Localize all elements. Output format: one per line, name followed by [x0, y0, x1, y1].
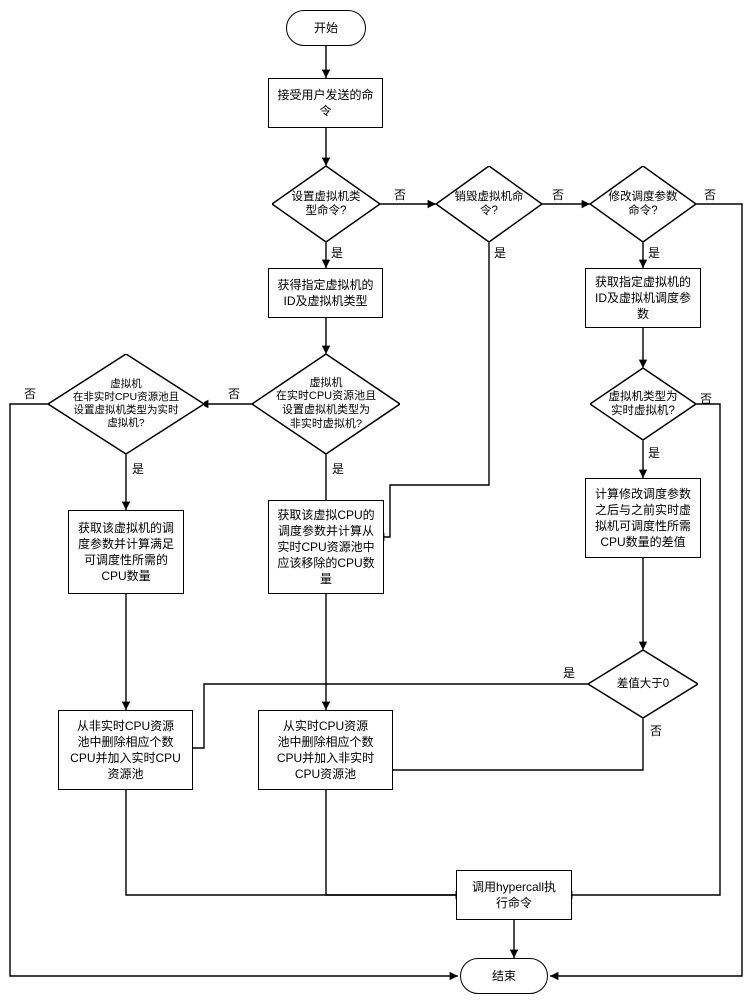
process-hypercall: 调用hypercall执 行命令 — [456, 870, 572, 920]
decision-vm-in-rt-set-nonrt: 虚拟机 在实时CPU资源池且 设置虚拟机类型为 非实时虚拟机? — [252, 354, 400, 454]
process-get-vm-id-type-label: 获得指定虚拟机的 ID及虚拟机类型 — [277, 277, 373, 309]
decision-vm-in-rt-set-nonrt-label: 虚拟机 在实时CPU资源池且 设置虚拟机类型为 非实时虚拟机? — [252, 354, 400, 454]
process-calc-diff-label: 计算修改调度参数 之后与之前实时虚 拟机可调度性所需 CPU数量的差值 — [595, 486, 691, 551]
decision-set-vm-type: 设置虚拟机类 型命令? — [272, 166, 380, 242]
edge-no-7: 否 — [650, 722, 662, 739]
decision-destroy-vm: 销毁虚拟机命 令? — [436, 166, 542, 242]
decision-diff-gt-zero: 差值大于0 — [588, 650, 698, 718]
edge-yes-7: 是 — [563, 664, 575, 681]
edge-no-1: 否 — [394, 186, 406, 203]
process-remove-from-rt-label: 从实时CPU资源 池中删除相应个数 CPU并加入非实时 CPU资源池 — [277, 718, 374, 783]
edge-yes-2: 是 — [494, 244, 506, 261]
edge-no-4: 否 — [228, 385, 240, 402]
decision-vm-in-nonrt-set-rt: 虚拟机 在非实时CPU资源池且 设置虚拟机类型为实时 虚拟机? — [48, 354, 204, 454]
terminator-start-label: 开始 — [314, 20, 338, 36]
process-get-sched-needed: 获取该虚拟机的调 度参数并计算满足 可调度性所需的 CPU数量 — [68, 510, 184, 594]
edge-yes-4: 是 — [332, 460, 344, 477]
process-get-sched-remove-label: 获取该虚拟CPU的 调度参数并计算从 实时CPU资源池中 应该移除的CPU数 量 — [277, 507, 374, 588]
edge-no-6: 否 — [700, 390, 712, 407]
edge-no-3: 否 — [704, 186, 716, 203]
edge-yes-5: 是 — [132, 460, 144, 477]
flowchart-canvas: 开始 结束 接受用户发送的命 令 获得指定虚拟机的 ID及虚拟机类型 获取指定虚… — [0, 0, 751, 1000]
terminator-end-label: 结束 — [492, 968, 516, 984]
edge-no-5: 否 — [24, 385, 36, 402]
terminator-start: 开始 — [286, 10, 366, 46]
process-get-vm-id-sched: 获取指定虚拟机的 ID及虚拟机调度参 数 — [585, 268, 701, 328]
process-recv-cmd-label: 接受用户发送的命 令 — [277, 87, 373, 119]
decision-vm-type-is-rt: 虚拟机类型为 实时虚拟机? — [590, 368, 696, 440]
process-remove-from-nonrt: 从非实时CPU资源 池中删除相应个数 CPU并加入实时CPU 资源池 — [58, 710, 193, 790]
process-get-vm-id-type: 获得指定虚拟机的 ID及虚拟机类型 — [268, 268, 383, 318]
decision-destroy-vm-label: 销毁虚拟机命 令? — [436, 166, 542, 242]
decision-modify-sched-label: 修改调度参数 命令? — [590, 166, 696, 242]
process-calc-diff: 计算修改调度参数 之后与之前实时虚 拟机可调度性所需 CPU数量的差值 — [585, 478, 701, 558]
process-get-vm-id-sched-label: 获取指定虚拟机的 ID及虚拟机调度参 数 — [595, 274, 691, 323]
edge-yes-6: 是 — [648, 444, 660, 461]
terminator-end: 结束 — [460, 958, 548, 994]
decision-set-vm-type-label: 设置虚拟机类 型命令? — [272, 166, 380, 242]
process-remove-from-rt: 从实时CPU资源 池中删除相应个数 CPU并加入非实时 CPU资源池 — [258, 710, 393, 790]
edge-yes-1: 是 — [331, 244, 343, 261]
decision-vm-in-nonrt-set-rt-label: 虚拟机 在非实时CPU资源池且 设置虚拟机类型为实时 虚拟机? — [48, 354, 204, 454]
decision-vm-type-is-rt-label: 虚拟机类型为 实时虚拟机? — [590, 368, 696, 440]
process-recv-cmd: 接受用户发送的命 令 — [268, 78, 383, 128]
process-hypercall-label: 调用hypercall执 行命令 — [472, 879, 556, 911]
edge-no-2: 否 — [552, 186, 564, 203]
edge-yes-3: 是 — [648, 244, 660, 261]
process-get-sched-needed-label: 获取该虚拟机的调 度参数并计算满足 可调度性所需的 CPU数量 — [78, 520, 174, 585]
decision-modify-sched: 修改调度参数 命令? — [590, 166, 696, 242]
decision-diff-gt-zero-label: 差值大于0 — [588, 650, 698, 718]
process-remove-from-nonrt-label: 从非实时CPU资源 池中删除相应个数 CPU并加入实时CPU 资源池 — [70, 718, 181, 783]
process-get-sched-remove: 获取该虚拟CPU的 调度参数并计算从 实时CPU资源池中 应该移除的CPU数 量 — [268, 500, 384, 594]
